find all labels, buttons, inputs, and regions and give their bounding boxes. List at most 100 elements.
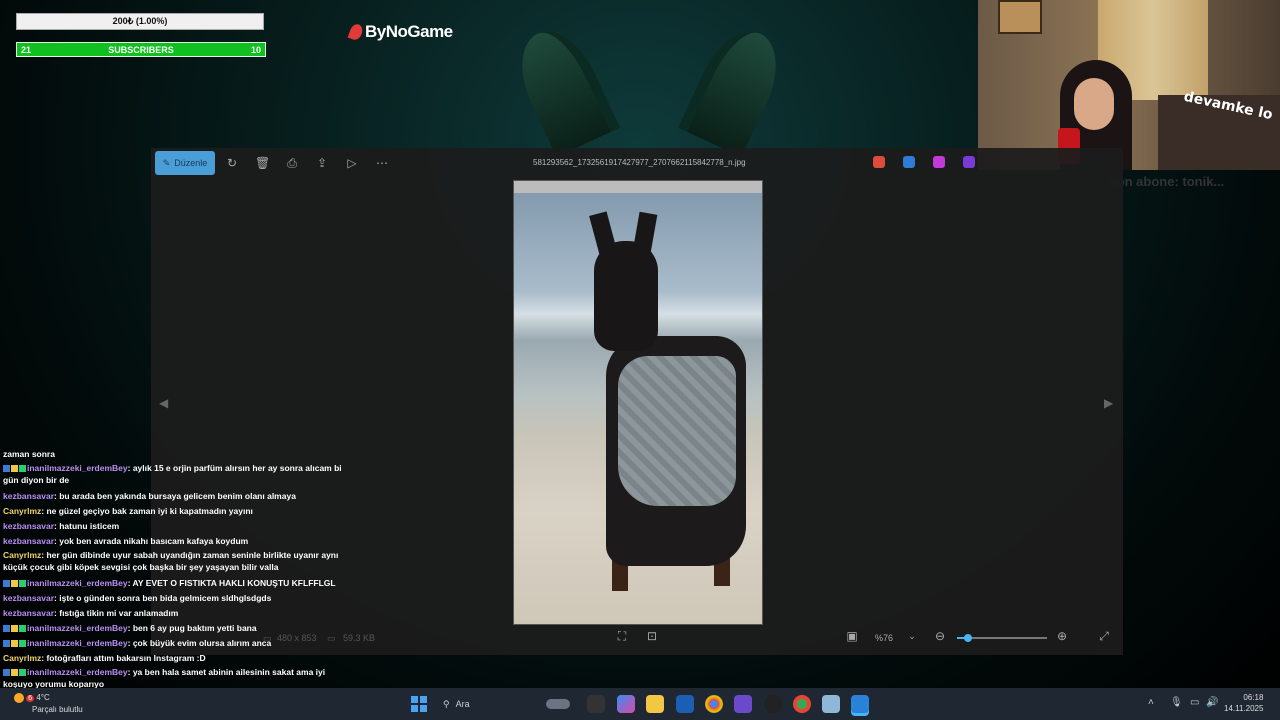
chat-overlay: zaman sonra inanilmazzeki_erdemBey: aylık… [3, 447, 343, 693]
weather-icon [14, 692, 24, 703]
volume-icon[interactable]: 🔊 [1206, 697, 1218, 708]
fit-screen-icon[interactable]: ⛶ [615, 629, 629, 643]
background-horn-left [505, 18, 621, 158]
chat-badge-icon [11, 640, 18, 648]
chrome-profile-icon[interactable] [793, 695, 811, 713]
search-icon: ⚲ [443, 698, 450, 709]
chat-message-text: : işte o günden sonra ben bida gelmicem … [54, 593, 272, 603]
file-explorer-icon[interactable] [646, 695, 664, 713]
slideshow-icon[interactable]: ▷ [345, 156, 359, 170]
start-button[interactable] [411, 696, 427, 712]
chat-username[interactable]: inanilmazzeki_erdemBey [27, 638, 128, 648]
clock[interactable]: 06:18 14.11.2025 [1224, 692, 1263, 714]
store-icon[interactable] [676, 695, 694, 713]
chat-message: kezbansavar: fıstığa tikin mi var anlama… [3, 606, 343, 621]
chat-badge-icon [19, 625, 26, 633]
chat-message-text: : her gün dibinde uyur sabah uyandığın z… [3, 550, 339, 572]
delete-icon[interactable]: 🗑 [255, 156, 270, 170]
weather-description: Parçalı bulutlu [32, 705, 83, 714]
chat-message-text: : hatunu isticem [54, 521, 120, 531]
chat-message: inanilmazzeki_erdemBey: aylık 15 e orjin… [3, 462, 343, 486]
edit-button-label: Düzenle [174, 158, 208, 168]
task-view-icon[interactable] [587, 695, 605, 713]
chat-message: kezbansavar: hatunu isticem [3, 519, 343, 534]
chat-username[interactable]: inanilmazzeki_erdemBey [27, 623, 128, 633]
chat-username[interactable]: Canyrlmz [3, 653, 41, 663]
filmstrip-icon[interactable]: ▣ [845, 629, 859, 643]
zoom-level[interactable]: %76 [875, 633, 893, 643]
app-icon-4[interactable] [963, 156, 975, 168]
app-icon-2[interactable] [903, 156, 915, 168]
taskbar-search[interactable]: ⚲ Ara [437, 694, 583, 714]
temperature: 4°C [36, 693, 50, 702]
weather-widget[interactable]: 6 4°C Parçalı bulutlu [14, 692, 83, 715]
chat-message-text: : fıstığa tikin mi var anlamadım [54, 608, 179, 618]
chat-message-text: : fotoğrafları attım bakarsın Instagram … [41, 653, 206, 663]
chat-badge-icon [19, 580, 26, 588]
chat-username[interactable]: kezbansavar [3, 536, 54, 546]
stream-app-icon[interactable] [734, 695, 752, 713]
microphone-icon[interactable]: 🎙 [1170, 697, 1183, 708]
chat-message-text: : AY EVET O FISTIKTA HAKLI KONUŞTU KFLFF… [127, 578, 336, 588]
chat-username[interactable]: kezbansavar [3, 491, 54, 501]
chat-username[interactable]: Canyrlmz [3, 506, 41, 516]
zoom-out-icon[interactable]: ⊖ [933, 629, 947, 643]
print-icon[interactable]: ⎙ [285, 156, 299, 170]
chat-message-text: : yok ben avrada nikahı basıcam kafaya k… [54, 536, 249, 546]
windows-logo-tile [411, 705, 418, 712]
chat-message-text: : bu arada ben yakında bursaya gelicem b… [54, 491, 296, 501]
share-icon[interactable]: ⇪ [315, 156, 329, 170]
chat-badge-icon [11, 465, 18, 473]
chat-username[interactable]: Canyrlmz [3, 550, 41, 560]
subscriber-goal-current: 21 [21, 44, 32, 55]
next-image-icon[interactable]: ▶ [1104, 396, 1113, 410]
more-options-icon[interactable]: ⋯ [375, 156, 389, 170]
chat-username[interactable]: inanilmazzeki_erdemBey [27, 578, 128, 588]
photos-app-icon[interactable] [851, 695, 869, 713]
chat-username[interactable]: inanilmazzeki_erdemBey [27, 667, 128, 677]
chat-message: kezbansavar: yok ben avrada nikahı basıc… [3, 534, 343, 549]
previous-image-icon[interactable]: ◀ [159, 396, 168, 410]
settings-icon[interactable] [822, 695, 840, 713]
app-icon-1[interactable] [873, 156, 885, 168]
background-horn-right [677, 18, 793, 158]
chat-message: inanilmazzeki_erdemBey: çok büyük evim o… [3, 636, 343, 651]
chat-username[interactable]: kezbansavar [3, 521, 54, 531]
rotate-icon[interactable]: ↻ [225, 156, 239, 170]
copilot-icon[interactable] [617, 695, 635, 713]
chat-message-text: zaman sonra [3, 449, 55, 459]
chat-badge-icon [3, 625, 10, 633]
chat-username[interactable]: kezbansavar [3, 593, 54, 603]
chat-message: Canyrlmz: her gün dibinde uyur sabah uya… [3, 549, 343, 573]
edit-button[interactable]: ✎ Düzenle [155, 151, 215, 175]
chat-badge-icon [19, 669, 26, 677]
chat-badge-icon [19, 465, 26, 473]
last-subscriber-text: Son abone: tonik... [1108, 174, 1225, 189]
brand-logo: ByNoGame [347, 22, 453, 42]
network-icon[interactable]: ▭ [1190, 697, 1199, 708]
chat-badge-icon [3, 669, 10, 677]
chat-message: kezbansavar: işte o günden sonra ben bid… [3, 591, 343, 606]
tray-chevron-icon[interactable]: ˄ [1148, 697, 1154, 708]
viewer-toolbar: ✎ Düzenle ↻ 🗑 ⎙ ⇪ ▷ ⋯ 581293562_17325619… [151, 148, 1123, 178]
fullscreen-icon[interactable]: ⤢ [1097, 629, 1111, 643]
streamer-face [1074, 78, 1114, 130]
chat-username[interactable]: inanilmazzeki_erdemBey [27, 463, 128, 473]
dog-head [594, 241, 658, 351]
windows-logo-tile [420, 696, 427, 703]
search-placeholder: Ara [455, 699, 470, 709]
zoom-slider-knob[interactable] [963, 634, 972, 642]
zoom-in-icon[interactable]: ⊕ [1055, 629, 1069, 643]
chat-message-text: : ne güzel geçiyo bak zaman iyi ki kapat… [41, 506, 253, 516]
notification-count: 6 [26, 695, 35, 702]
chat-username[interactable]: kezbansavar [3, 608, 54, 618]
actual-size-icon[interactable]: ⊡ [645, 629, 659, 643]
app-icon-3[interactable] [933, 156, 945, 168]
subscriber-goal-target: 10 [250, 44, 261, 55]
obs-icon[interactable] [764, 695, 782, 713]
zoom-slider[interactable] [957, 634, 1047, 642]
brand-name: ByNoGame [365, 22, 453, 41]
search-highlight-icon [545, 699, 570, 709]
zoom-dropdown-chevron-icon[interactable]: ⌄ [905, 629, 919, 643]
chrome-icon[interactable] [705, 695, 723, 713]
